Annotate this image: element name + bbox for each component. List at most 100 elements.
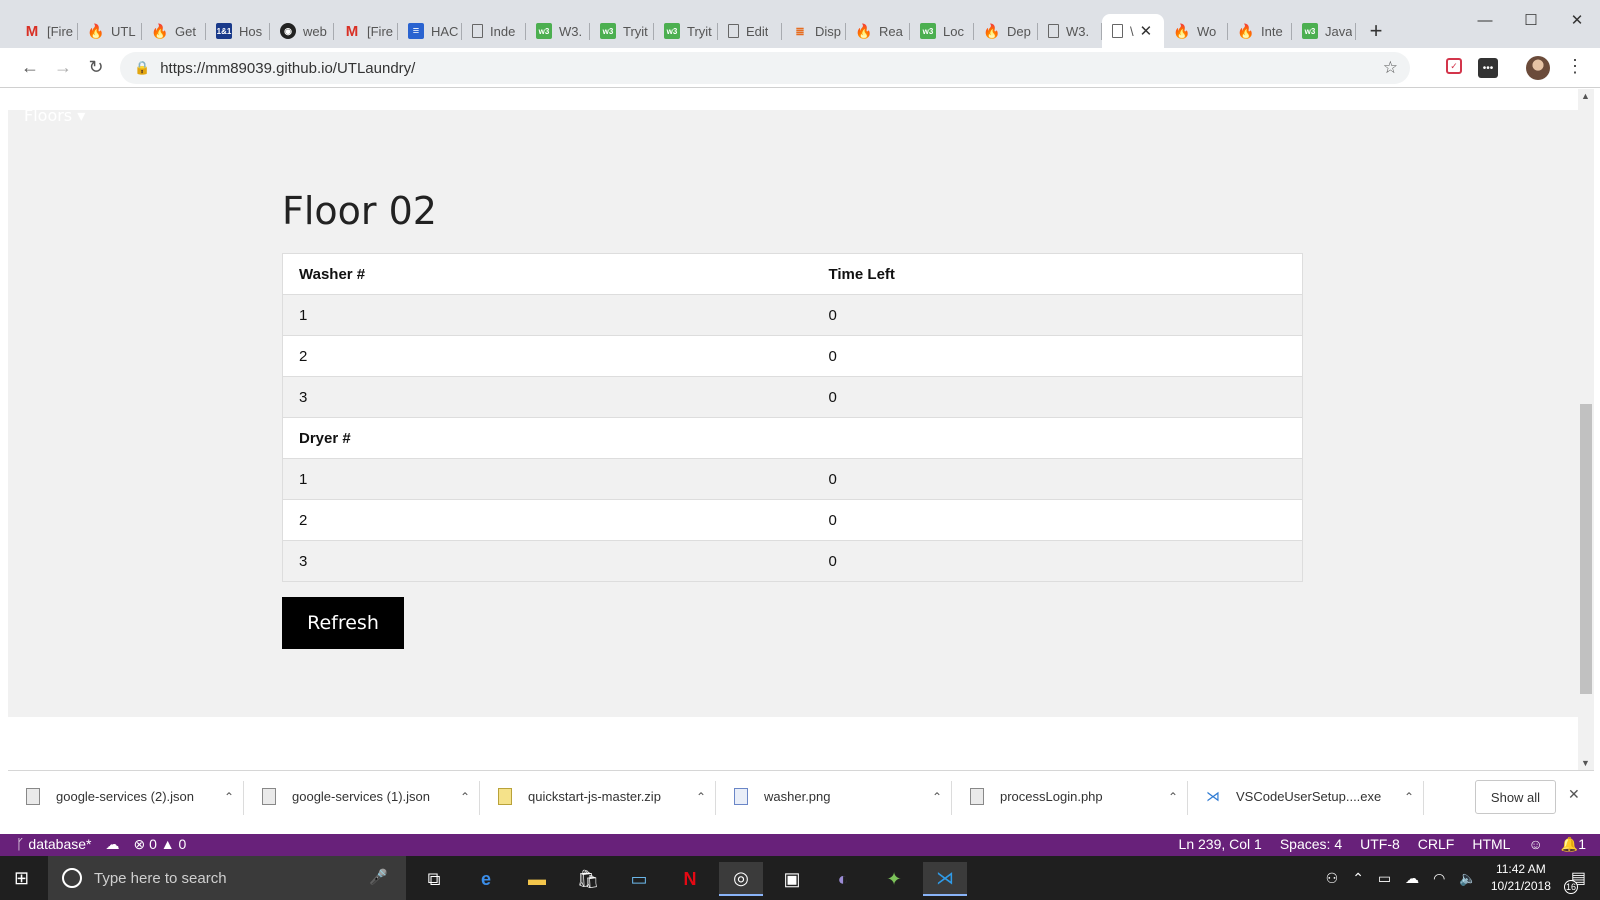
windows-start-icon[interactable]: ⊞ [14, 868, 29, 889]
address-bar[interactable]: 🔒 https://mm89039.github.io/UTLaundry/ ☆ [120, 52, 1410, 84]
back-arrow-icon[interactable]: ← [14, 52, 46, 84]
browser-tab[interactable]: 🔥 Rea [846, 14, 910, 48]
browser-tab[interactable]: w3 Tryit [654, 14, 718, 48]
firebase-icon: 🔥 [1173, 22, 1191, 39]
download-item[interactable]: washer.png ⌃ [716, 771, 952, 823]
tab-title: Hos [239, 23, 263, 39]
browser-tab[interactable]: M [Fire [14, 14, 78, 48]
action-center-badge: 16 [1564, 880, 1578, 894]
browser-tab[interactable]: 🔥 Inte [1228, 14, 1292, 48]
taskbar-search[interactable]: Type here to search 🎤 [48, 856, 406, 900]
notifications-bell[interactable]: 🔔1 [1561, 836, 1586, 853]
browser-tab[interactable]: w3 W3. [526, 14, 590, 48]
people-icon[interactable]: ⚇ [1326, 870, 1339, 887]
browser-tab[interactable]: 🔥 Wo [1164, 14, 1228, 48]
maximize-icon[interactable]: ☐ [1508, 0, 1554, 40]
browser-tab[interactable]: 🔥 Get [142, 14, 206, 48]
onedrive-icon[interactable]: ☁ [1405, 870, 1419, 887]
store-icon[interactable]: 🛍 [566, 862, 610, 896]
firebase-icon: 🔥 [151, 22, 169, 39]
floors-dropdown[interactable]: Floors ▾ [24, 106, 85, 125]
download-item[interactable]: google-services (1).json ⌃ [244, 771, 480, 823]
task-view-icon[interactable]: ⧉ [412, 862, 456, 896]
microphone-icon[interactable]: 🎤 [369, 868, 388, 886]
app-icon[interactable]: ▭ [617, 862, 661, 896]
sync-icon[interactable]: ☁ [105, 836, 119, 853]
download-item[interactable]: ⋊ VSCodeUserSetup....exe ⌃ [1188, 771, 1424, 823]
browser-tab[interactable]: ≣ Disp [782, 14, 846, 48]
clock-time: 11:42 AM [1495, 862, 1546, 876]
download-item[interactable]: quickstart-js-master.zip ⌃ [480, 771, 716, 823]
chevron-up-icon[interactable]: ⌃ [1158, 790, 1188, 804]
pocket-extension-icon[interactable]: ✓ [1446, 58, 1462, 74]
bookmark-star-icon[interactable]: ☆ [1383, 58, 1398, 78]
browser-tab[interactable]: ◉ web [270, 14, 334, 48]
chevron-up-icon[interactable]: ⌃ [1394, 790, 1424, 804]
browser-tab[interactable]: ≡ HAC [398, 14, 462, 48]
line-endings[interactable]: CRLF [1418, 836, 1455, 853]
minimize-icon[interactable]: — [1462, 0, 1508, 40]
browser-tab[interactable]: \ ✕ [1102, 14, 1164, 48]
close-window-icon[interactable]: ✕ [1554, 0, 1600, 40]
browser-tab[interactable]: 1&1 Hos [206, 14, 270, 48]
problems-count[interactable]: ⊗ 0 ▲ 0 [133, 836, 186, 853]
volume-icon[interactable]: 🔈 [1459, 870, 1476, 887]
chevron-up-icon[interactable]: ⌃ [686, 790, 716, 804]
wifi-icon[interactable]: ◠ [1433, 870, 1445, 887]
download-item[interactable]: processLogin.php ⌃ [952, 771, 1188, 823]
file-explorer-icon[interactable]: ▬ [515, 862, 559, 896]
close-tab-icon[interactable]: ✕ [1140, 22, 1153, 40]
firebase-icon: 🔥 [1237, 22, 1255, 39]
battery-icon[interactable]: ▭ [1378, 870, 1391, 887]
tray-chevron-icon[interactable]: ⌃ [1352, 870, 1364, 887]
scrollbar-thumb[interactable] [1580, 404, 1592, 694]
browser-tab[interactable]: M [Fire [334, 14, 398, 48]
indentation[interactable]: Spaces: 4 [1280, 836, 1342, 853]
refresh-button[interactable]: Refresh [282, 597, 404, 649]
browser-tab[interactable]: W3. [1038, 14, 1102, 48]
vscode-icon[interactable]: ⋊ [923, 862, 967, 896]
browser-tab[interactable]: Edit [718, 14, 782, 48]
eclipse-icon[interactable]: ◐ [821, 862, 865, 896]
profile-avatar[interactable] [1526, 56, 1550, 80]
dryer-row: 10 [282, 458, 1303, 500]
show-all-downloads-button[interactable]: Show all [1475, 780, 1556, 814]
page-icon [728, 24, 739, 38]
browser-tab[interactable]: 🔥 UTL [78, 14, 142, 48]
machine-number: 2 [282, 335, 813, 377]
action-center-icon[interactable]: ▤ 16 [1564, 868, 1586, 894]
browser-menu-icon[interactable]: ⋮ [1566, 56, 1584, 77]
extension-icon[interactable]: ••• [1478, 58, 1498, 78]
browser-tab[interactable]: w3 Tryit [590, 14, 654, 48]
chevron-up-icon[interactable]: ⌃ [922, 790, 952, 804]
url-text[interactable]: https://mm89039.github.io/UTLaundry/ [160, 60, 415, 77]
dryer-row: 20 [282, 499, 1303, 541]
browser-tab[interactable]: w3 Java [1292, 14, 1356, 48]
terminal-icon[interactable]: ▣ [770, 862, 814, 896]
netflix-icon[interactable]: N [668, 862, 712, 896]
encoding[interactable]: UTF-8 [1360, 836, 1400, 853]
forward-arrow-icon[interactable]: → [47, 52, 79, 84]
reload-icon[interactable]: ↻ [80, 52, 112, 84]
git-branch[interactable]: database* [28, 836, 91, 853]
scroll-up-icon[interactable]: ▲ [1581, 91, 1590, 101]
vertical-scrollbar[interactable]: ▲ ▼ [1578, 89, 1594, 770]
chevron-up-icon[interactable]: ⌃ [214, 790, 244, 804]
close-shelf-icon[interactable]: ✕ [1568, 786, 1580, 803]
language-mode[interactable]: HTML [1472, 836, 1510, 853]
scroll-down-icon[interactable]: ▼ [1581, 758, 1590, 768]
android-studio-icon[interactable]: ✦ [872, 862, 916, 896]
chrome-icon[interactable]: ◎ [719, 862, 763, 896]
browser-tab[interactable]: w3 Loc [910, 14, 974, 48]
cursor-position[interactable]: Ln 239, Col 1 [1179, 836, 1262, 853]
browser-tab[interactable]: 🔥 Dep [974, 14, 1038, 48]
chevron-up-icon[interactable]: ⌃ [450, 790, 480, 804]
feedback-smiley-icon[interactable]: ☺ [1528, 836, 1542, 853]
download-item[interactable]: google-services (2).json ⌃ [8, 771, 244, 823]
edge-icon[interactable]: e [464, 862, 508, 896]
time-left: 0 [812, 458, 1303, 500]
taskbar-clock[interactable]: 11:42 AM 10/21/2018 [1491, 861, 1551, 895]
tab-title: \ [1130, 23, 1134, 39]
new-tab-icon[interactable]: + [1356, 14, 1396, 48]
browser-tab[interactable]: Inde [462, 14, 526, 48]
